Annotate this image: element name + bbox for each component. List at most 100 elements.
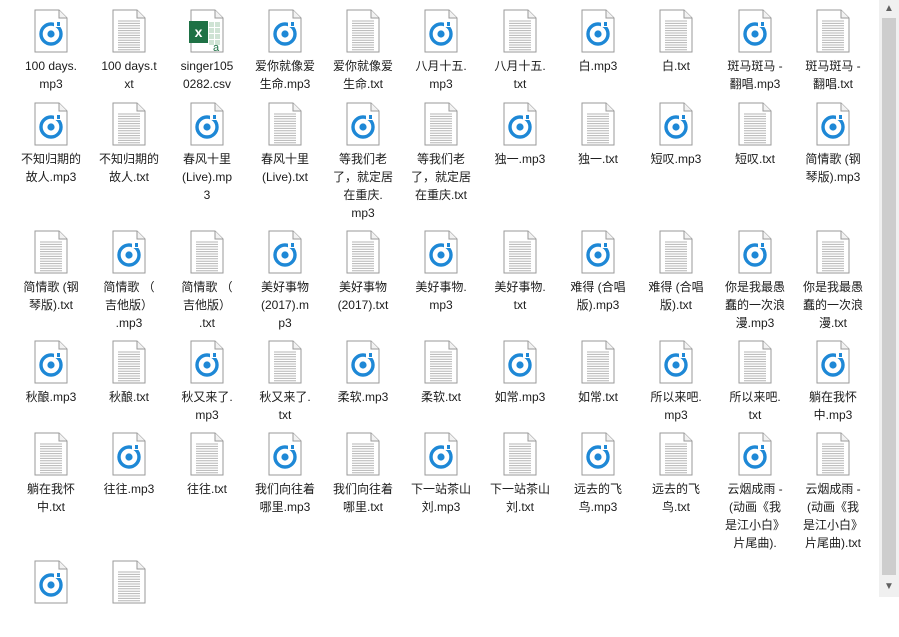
text-file-icon bbox=[815, 230, 851, 274]
file-name-label: 你是我最愚 蠢的一次浪 漫.txt bbox=[802, 280, 863, 330]
svg-text:x: x bbox=[195, 24, 203, 40]
file-name-label: 躺在我怀 中.txt bbox=[26, 482, 75, 514]
file-name-label: 春风十里 (Live).mp 3 bbox=[181, 152, 232, 202]
file-name-label: 秋酿.txt bbox=[108, 390, 149, 404]
file-name-label: 往往.txt bbox=[186, 482, 227, 496]
text-file-icon bbox=[189, 230, 225, 274]
vertical-scrollbar[interactable]: ▲ ▼ bbox=[879, 0, 899, 637]
file-name-label: 难得 (合唱 版).mp3 bbox=[570, 280, 626, 312]
file-name-label: 如常.txt bbox=[577, 390, 618, 404]
file-name-label: 简情歌 （吉他版） .mp3 bbox=[103, 280, 155, 330]
file-name-label: 简情歌 (钢 琴版).mp3 bbox=[805, 152, 861, 184]
file-name-label: 美好事物. txt bbox=[494, 280, 546, 312]
file-name-label: 美好事物 (2017).txt bbox=[337, 280, 389, 312]
file-name-label: 春风十里 (Live).txt bbox=[260, 152, 309, 184]
scrollbar-track-end bbox=[879, 597, 899, 637]
file-name-label: 云烟成雨 - (动画《我 是江小白》 片尾曲).txt bbox=[802, 482, 863, 550]
music-file-icon bbox=[33, 560, 69, 604]
music-file-icon bbox=[267, 432, 303, 476]
music-file-icon bbox=[737, 9, 773, 53]
file-name-label: 短叹.mp3 bbox=[650, 152, 702, 166]
file-name-label: 八月十五. txt bbox=[494, 59, 546, 91]
text-file-icon bbox=[267, 102, 303, 146]
file-name-label: 短叹.txt bbox=[734, 152, 775, 166]
file-name-label: 不知归期的 故人.txt bbox=[98, 152, 159, 184]
text-file-icon bbox=[815, 9, 851, 53]
text-file-icon bbox=[658, 230, 694, 274]
text-file-icon bbox=[737, 340, 773, 384]
text-file-icon bbox=[580, 340, 616, 384]
file-name-label: 柔软.txt bbox=[420, 390, 461, 404]
music-file-icon bbox=[111, 230, 147, 274]
music-file-icon bbox=[189, 102, 225, 146]
music-file-icon bbox=[33, 9, 69, 53]
text-file-icon bbox=[33, 432, 69, 476]
music-file-icon bbox=[658, 102, 694, 146]
text-file-icon bbox=[111, 560, 147, 604]
music-file-icon bbox=[33, 102, 69, 146]
text-file-icon bbox=[815, 432, 851, 476]
music-file-icon bbox=[267, 9, 303, 53]
text-file-icon bbox=[111, 9, 147, 53]
music-file-icon bbox=[423, 230, 459, 274]
music-file-icon bbox=[345, 340, 381, 384]
file-name-label: 所以来吧. txt bbox=[729, 390, 781, 422]
file-name-label: 如常.mp3 bbox=[494, 390, 546, 404]
music-file-icon bbox=[267, 230, 303, 274]
scroll-up-arrow-icon[interactable]: ▲ bbox=[879, 0, 899, 17]
text-file-icon bbox=[111, 102, 147, 146]
music-file-icon bbox=[815, 340, 851, 384]
music-file-icon bbox=[423, 432, 459, 476]
music-file-icon bbox=[580, 230, 616, 274]
file-name-label: 白.mp3 bbox=[578, 59, 618, 73]
file-name-label: 斑马斑马 - 翻唱.mp3 bbox=[727, 59, 783, 91]
scroll-thumb[interactable] bbox=[882, 18, 896, 575]
file-name-label: 不知归期的 故人.mp3 bbox=[20, 152, 81, 184]
file-name-label: 斑马斑马 - 翻唱.txt bbox=[805, 59, 861, 91]
text-file-icon bbox=[737, 102, 773, 146]
file-name-label: 往往.mp3 bbox=[103, 482, 155, 496]
file-name-label: 下一站茶山 刘.txt bbox=[489, 482, 550, 514]
music-file-icon bbox=[815, 102, 851, 146]
music-file-icon bbox=[345, 102, 381, 146]
text-file-icon bbox=[33, 230, 69, 274]
music-file-icon bbox=[502, 340, 538, 384]
text-file-icon bbox=[267, 340, 303, 384]
file-name-label: 白.txt bbox=[661, 59, 690, 73]
file-name-label: 我们向往着 哪里.mp3 bbox=[254, 482, 315, 514]
file-name-label: 爱你就像爱 生命.txt bbox=[332, 59, 393, 91]
file-name-label: 远去的飞 鸟.mp3 bbox=[573, 482, 622, 514]
music-file-icon bbox=[423, 9, 459, 53]
file-name-label: 秋又来了. mp3 bbox=[181, 390, 233, 422]
music-file-icon bbox=[658, 340, 694, 384]
music-file-icon bbox=[111, 432, 147, 476]
text-file-icon bbox=[423, 102, 459, 146]
text-file-icon bbox=[111, 340, 147, 384]
file-name-label: 远去的飞 鸟.txt bbox=[651, 482, 700, 514]
file-name-label: 美好事物 (2017).m p3 bbox=[260, 280, 310, 330]
text-file-icon bbox=[658, 9, 694, 53]
file-name-label: 秋酿.mp3 bbox=[25, 390, 77, 404]
text-file-icon bbox=[423, 340, 459, 384]
text-file-icon bbox=[502, 432, 538, 476]
music-file-icon bbox=[580, 9, 616, 53]
file-name-label: 八月十五. mp3 bbox=[415, 59, 467, 91]
file-name-label: 等我们老 了，就定居 在重庆. mp3 bbox=[332, 152, 393, 220]
svg-text:a: a bbox=[213, 42, 220, 53]
text-file-icon bbox=[345, 432, 381, 476]
text-file-icon bbox=[580, 102, 616, 146]
file-name-label: 躺在我怀 中.mp3 bbox=[808, 390, 857, 422]
file-name-label: 难得 (合唱 版).txt bbox=[648, 280, 704, 312]
file-name-label: 你是我最愚 蠢的一次浪 漫.mp3 bbox=[724, 280, 785, 330]
text-file-icon bbox=[502, 9, 538, 53]
file-name-label: singer105 0282.csv bbox=[180, 59, 234, 91]
music-file-icon bbox=[737, 230, 773, 274]
music-file-icon bbox=[189, 340, 225, 384]
music-file-icon bbox=[502, 102, 538, 146]
text-file-icon bbox=[345, 230, 381, 274]
file-name-label: 我们向往着 哪里.txt bbox=[332, 482, 393, 514]
file-name-label: 柔软.mp3 bbox=[337, 390, 389, 404]
scroll-down-arrow-icon[interactable]: ▼ bbox=[879, 578, 899, 595]
file-name-label: 独一.mp3 bbox=[494, 152, 546, 166]
text-file-icon bbox=[345, 9, 381, 53]
